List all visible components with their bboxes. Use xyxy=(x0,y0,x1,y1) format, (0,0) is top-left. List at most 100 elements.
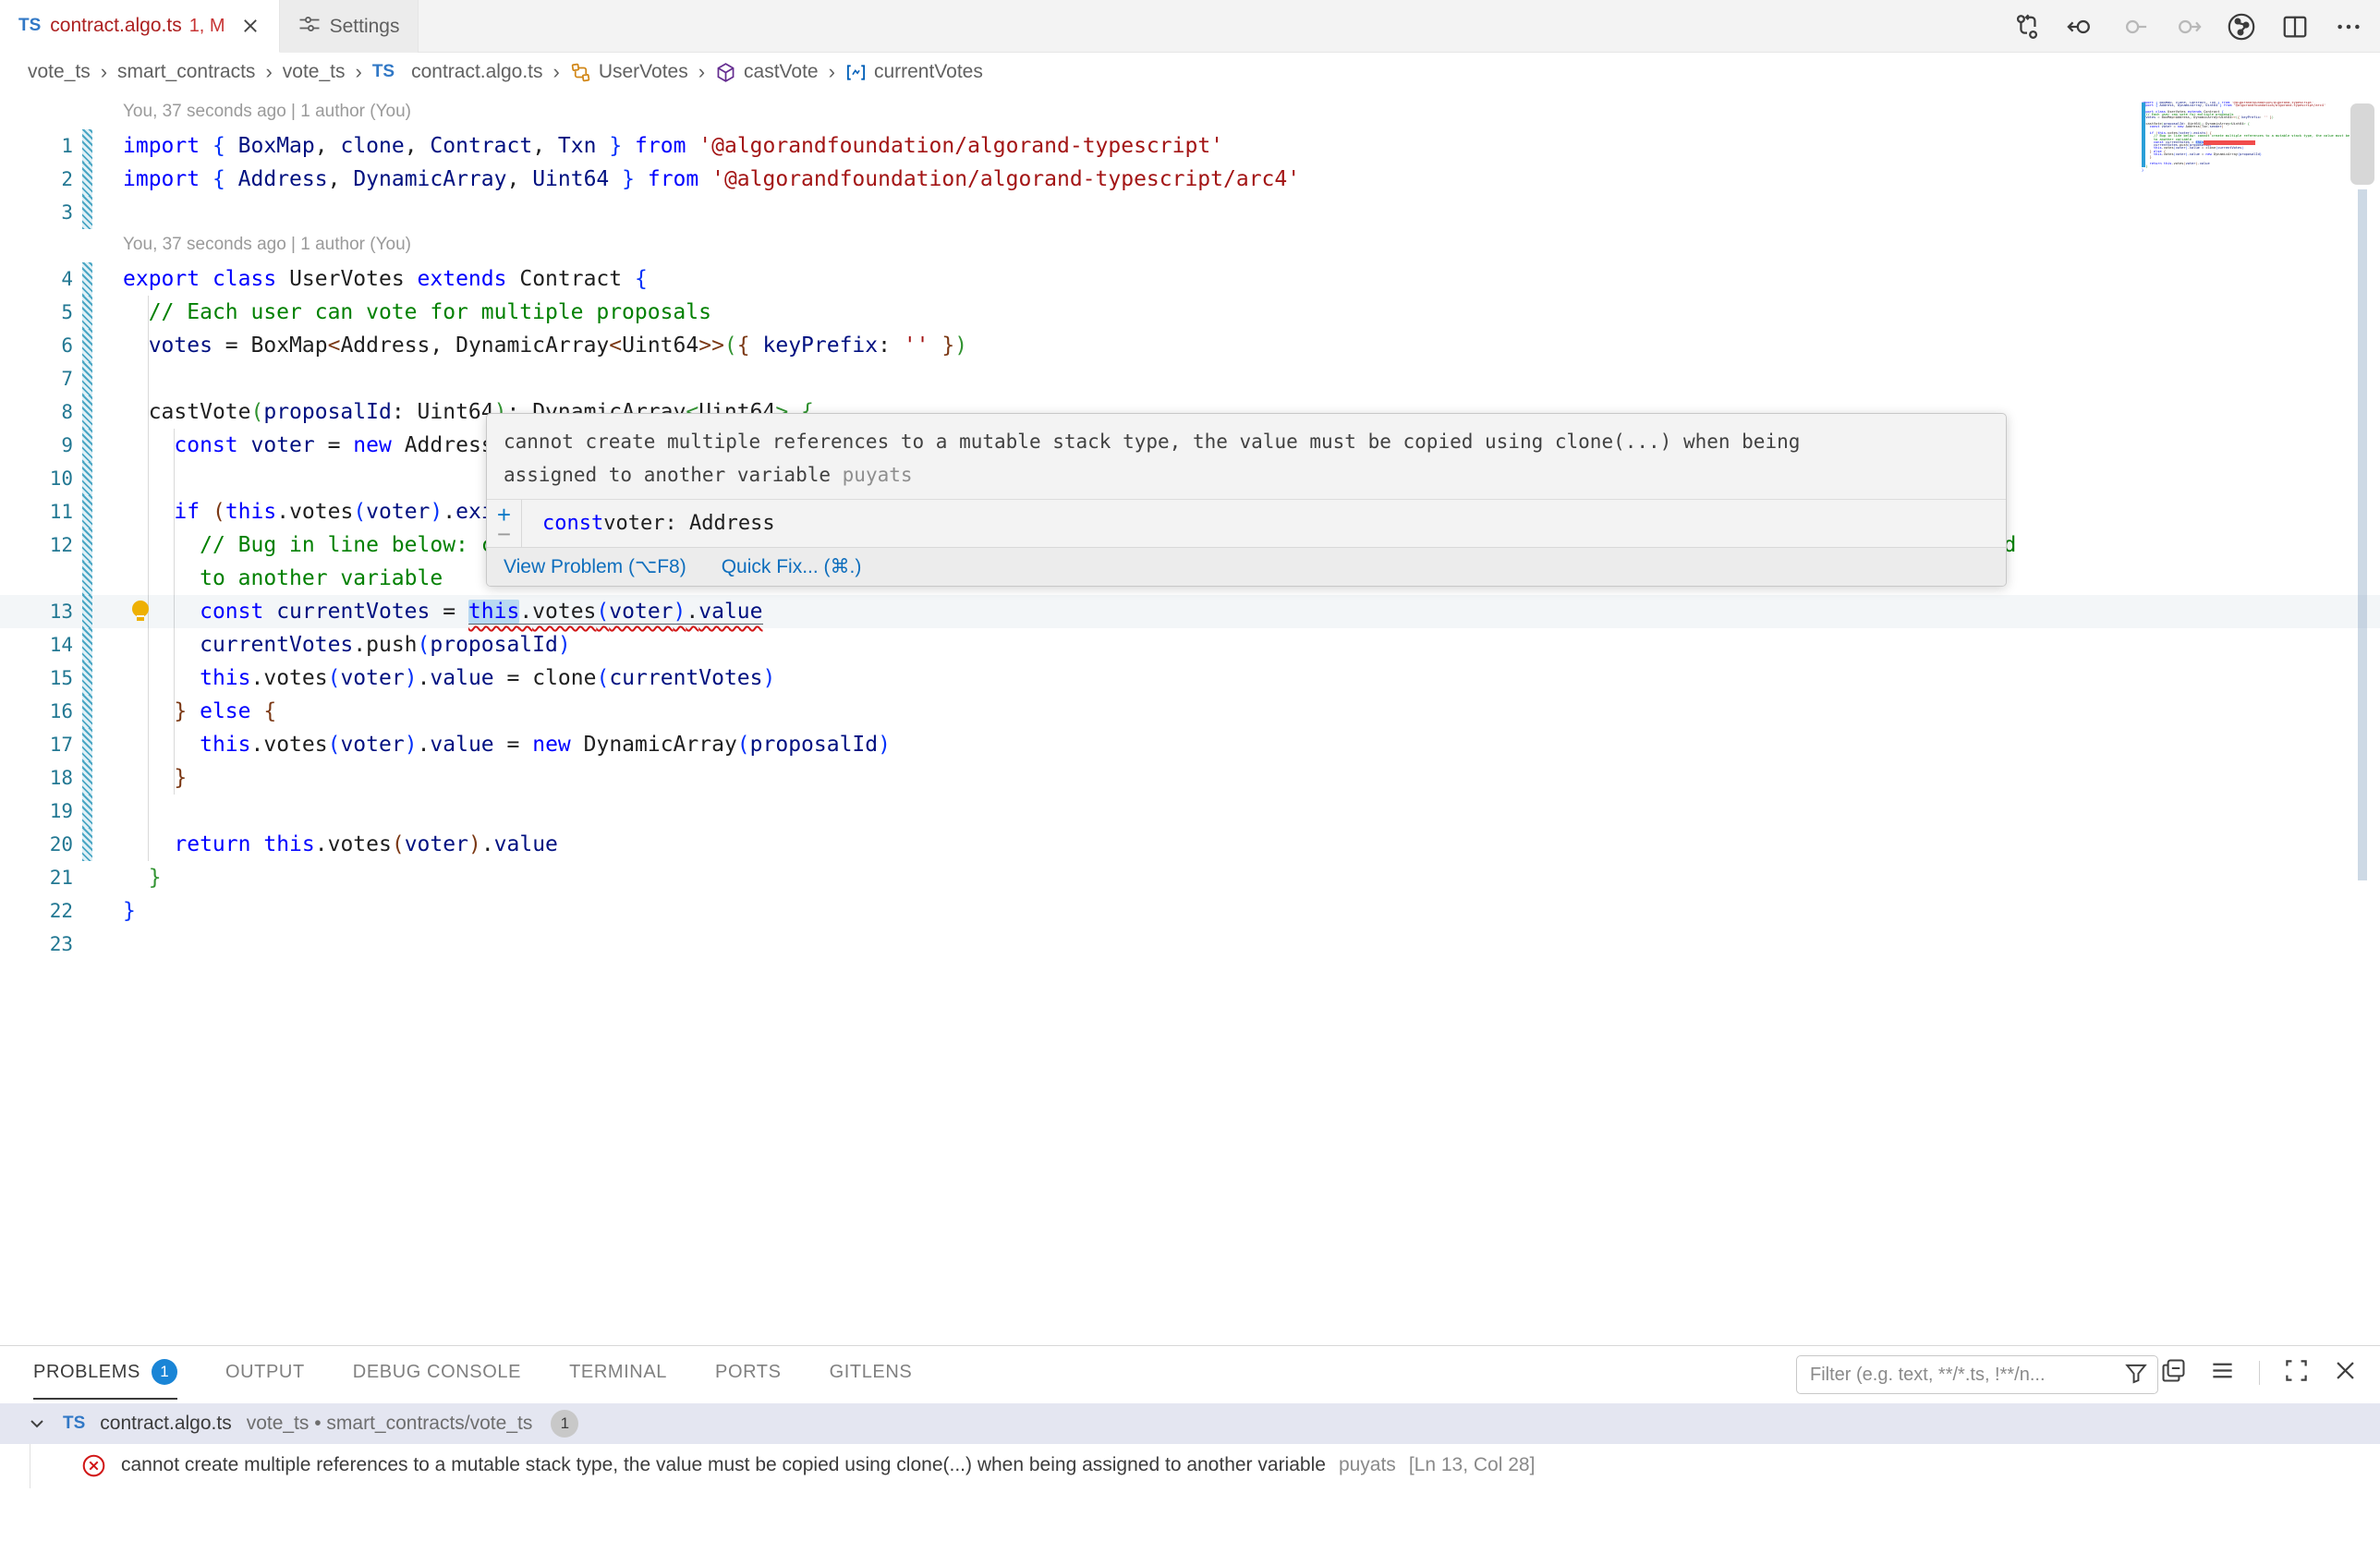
code-line[interactable]: 7 xyxy=(0,362,2380,395)
quick-fix-link[interactable]: Quick Fix... (⌘.) xyxy=(722,555,862,578)
code-line[interactable]: 21 } xyxy=(0,861,2380,894)
typescript-file-icon: TS xyxy=(18,16,41,36)
filter-input[interactable] xyxy=(1810,1365,2124,1386)
chevron-right-separator: › xyxy=(265,60,272,84)
line-number: 8 xyxy=(0,395,73,429)
tab-contract-algo-ts[interactable]: TS contract.algo.ts 1, M xyxy=(0,0,280,53)
gutter-modified-indicator xyxy=(82,129,92,163)
panel-tab-output[interactable]: OUTPUT xyxy=(225,1346,305,1400)
line-number: 18 xyxy=(0,761,73,795)
line-number: 7 xyxy=(0,362,73,395)
hover-message-source: puyats xyxy=(843,464,913,486)
open-changes-icon[interactable] xyxy=(2012,12,2042,42)
code-text: this.votes(voter).value = clone(currentV… xyxy=(123,661,775,695)
scrollbar-thumb[interactable] xyxy=(2350,103,2374,185)
split-editor-icon[interactable] xyxy=(2280,12,2310,42)
code-line[interactable]: 1import { BoxMap, clone, Contract, Txn }… xyxy=(0,129,2380,163)
panel-tab-bar: PROBLEMS 1 OUTPUT DEBUG CONSOLE TERMINAL… xyxy=(33,1346,912,1400)
code-line[interactable]: 18 } xyxy=(0,761,2380,795)
more-actions-icon[interactable] xyxy=(2334,12,2363,42)
code-line[interactable]: 3 xyxy=(0,196,2380,229)
minimap[interactable]: import { BoxMap, clone, Contract, Txn } … xyxy=(2142,102,2350,212)
breadcrumb: vote_ts › smart_contracts › vote_ts › TS… xyxy=(0,54,2380,91)
panel-tab-debug-console[interactable]: DEBUG CONSOLE xyxy=(353,1346,521,1400)
breadcrumb-item-file[interactable]: TS contract.algo.ts xyxy=(372,61,543,83)
filter-funnel-icon[interactable] xyxy=(2124,1361,2148,1389)
previous-change-icon[interactable] xyxy=(2119,12,2149,42)
code-line[interactable]: 6 votes = BoxMap<Address, DynamicArray<U… xyxy=(0,329,2380,362)
open-previous-change-icon[interactable] xyxy=(2066,12,2095,42)
breadcrumb-item-method[interactable]: castVote xyxy=(715,61,819,83)
view-problem-link[interactable]: View Problem (⌥F8) xyxy=(504,555,686,578)
code-text: to another variable xyxy=(123,562,443,595)
code-text: currentVotes.push(proposalId) xyxy=(123,628,571,661)
gutter-modified-indicator xyxy=(82,695,92,728)
minus-icon[interactable]: − xyxy=(497,525,511,543)
breadcrumb-item-folder[interactable]: vote_ts xyxy=(283,61,346,83)
blame-annotation: You, 37 seconds ago | 1 author (You) xyxy=(0,229,2380,262)
tab-settings[interactable]: Settings xyxy=(280,0,419,53)
chevron-right-separator: › xyxy=(829,60,835,84)
hover-message-line1: cannot create multiple references to a m… xyxy=(504,431,1800,453)
code-editor[interactable]: You, 37 seconds ago | 1 author (You)1imp… xyxy=(0,91,2380,1345)
typescript-file-icon: TS xyxy=(63,1414,85,1434)
view-mode-icon[interactable] xyxy=(2210,1358,2235,1388)
line-number: 12 xyxy=(0,528,73,562)
error-underlined-expression[interactable]: this.votes(voter).value xyxy=(468,600,763,625)
panel-tab-problems[interactable]: PROBLEMS 1 xyxy=(33,1346,177,1400)
line-number: 9 xyxy=(0,429,73,462)
code-line[interactable]: 15 this.votes(voter).value = clone(curre… xyxy=(0,661,2380,695)
commit-graph-icon[interactable] xyxy=(2227,12,2256,42)
chevron-down-icon[interactable] xyxy=(26,1413,48,1435)
problems-file-row[interactable]: TS contract.algo.ts vote_ts • smart_cont… xyxy=(0,1403,2380,1444)
code-text: } xyxy=(123,894,136,928)
code-line[interactable]: 17 this.votes(voter).value = new Dynamic… xyxy=(0,728,2380,761)
breadcrumb-item-class[interactable]: UserVotes xyxy=(570,61,688,83)
gutter-modified-indicator xyxy=(82,262,92,296)
maximize-panel-icon[interactable] xyxy=(2284,1358,2309,1388)
collapse-all-icon[interactable] xyxy=(2161,1358,2186,1388)
gutter-modified-indicator xyxy=(82,163,92,196)
code-text: const currentVotes = this.votes(voter).v… xyxy=(123,595,763,628)
code-line[interactable]: 14 currentVotes.push(proposalId) xyxy=(0,628,2380,661)
code-text: votes = BoxMap<Address, DynamicArray<Uin… xyxy=(123,329,967,362)
code-line[interactable]: 5 // Each user can vote for multiple pro… xyxy=(0,296,2380,329)
problem-location: [Ln 13, Col 28] xyxy=(1409,1454,1536,1476)
gutter-modified-indicator xyxy=(82,595,92,628)
line-number: 17 xyxy=(0,728,73,761)
problem-row[interactable]: cannot create multiple references to a m… xyxy=(0,1444,2380,1486)
tab-problem-modified-badge: 1, M xyxy=(189,16,225,37)
code-line[interactable]: 2import { Address, DynamicArray, Uint64 … xyxy=(0,163,2380,196)
scrollbar-track[interactable] xyxy=(2358,189,2367,880)
next-change-icon[interactable] xyxy=(2173,12,2203,42)
code-line[interactable]: 22} xyxy=(0,894,2380,928)
gutter-modified-indicator xyxy=(82,562,92,595)
breadcrumb-item-folder[interactable]: smart_contracts xyxy=(117,61,255,83)
code-line[interactable]: 23 xyxy=(0,928,2380,961)
tab-bar: TS contract.algo.ts 1, M Settings xyxy=(0,0,2380,53)
chevron-right-separator: › xyxy=(101,60,107,84)
bottom-panel: PROBLEMS 1 OUTPUT DEBUG CONSOLE TERMINAL… xyxy=(0,1345,2380,1541)
line-number: 5 xyxy=(0,296,73,329)
blame-text: You, 37 seconds ago | 1 author (You) xyxy=(123,96,411,127)
close-icon[interactable] xyxy=(240,16,261,36)
gutter-modified-indicator xyxy=(82,329,92,362)
code-line[interactable]: 20 return this.votes(voter).value xyxy=(0,828,2380,861)
panel-tab-terminal[interactable]: TERMINAL xyxy=(569,1346,667,1400)
breadcrumb-item-variable[interactable]: currentVotes xyxy=(845,61,983,83)
problems-file-path: vote_ts • smart_contracts/vote_ts xyxy=(247,1413,533,1435)
gutter-modified-indicator xyxy=(82,495,92,528)
code-line[interactable]: 13 const currentVotes = this.votes(voter… xyxy=(0,595,2380,628)
code-line[interactable]: 16 } else { xyxy=(0,695,2380,728)
panel-tab-ports[interactable]: PORTS xyxy=(715,1346,782,1400)
code-line[interactable]: 19 xyxy=(0,795,2380,828)
panel-tab-gitlens[interactable]: GITLENS xyxy=(830,1346,913,1400)
code-line[interactable]: 4export class UserVotes extends Contract… xyxy=(0,262,2380,296)
hover-status-bar: View Problem (⌥F8) Quick Fix... (⌘.) xyxy=(487,547,2006,586)
editor-toolbar xyxy=(2012,0,2363,53)
problem-message: cannot create multiple references to a m… xyxy=(121,1454,1326,1476)
breadcrumb-item-folder[interactable]: vote_ts xyxy=(28,61,91,83)
line-number: 4 xyxy=(0,262,73,296)
close-panel-icon[interactable] xyxy=(2333,1358,2358,1388)
line-number: 21 xyxy=(0,861,73,894)
